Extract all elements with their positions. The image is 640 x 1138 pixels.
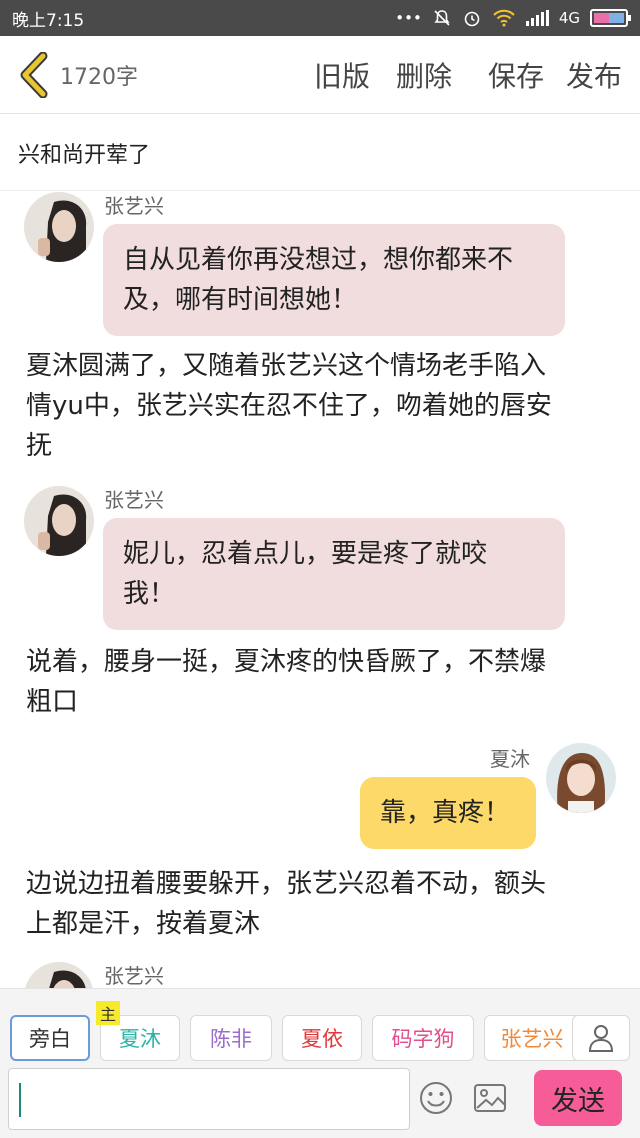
character-selector: 旁白 主 夏沐 陈非 夏依 码字狗 张艺兴 — [0, 988, 640, 1066]
character-label: 夏依 — [301, 1027, 343, 1051]
message-bubble: 自从见着你再没想过，想你都来不 及，哪有时间想她！ — [103, 224, 565, 336]
back-chevron-icon — [20, 51, 48, 98]
alarm-icon — [464, 11, 480, 27]
narration-text[interactable]: 说着，腰身一挺，夏沐疼的快昏厥了，不禁爆 粗口 — [26, 642, 616, 722]
avatar — [546, 743, 616, 813]
message-input[interactable] — [8, 1068, 410, 1130]
speaker-name: 夏沐 — [490, 747, 530, 771]
add-character-button[interactable] — [572, 1015, 630, 1061]
text-caret — [19, 1083, 21, 1117]
network-type: 4G — [558, 9, 580, 27]
avatar — [24, 962, 94, 988]
narration-line: 说着，腰身一挺，夏沐疼的快昏厥了，不禁爆 — [26, 647, 547, 677]
signal-icon — [525, 10, 549, 26]
speaker-name: 张艺兴 — [104, 488, 164, 512]
avatar — [24, 192, 94, 262]
emoji-icon[interactable] — [418, 1080, 454, 1116]
speaker-name: 张艺兴 — [104, 194, 164, 218]
message-line: 及，哪有时间想她！ — [123, 285, 358, 315]
chat-story-content[interactable]: 张艺兴 自从见着你再没想过，想你都来不 及，哪有时间想她！ 夏沐圆满了，又随着张… — [0, 192, 640, 988]
image-icon[interactable] — [472, 1080, 508, 1116]
send-button[interactable]: 发送 — [534, 1070, 622, 1126]
word-count: 1720字 — [60, 64, 138, 90]
message-line: 我！ — [123, 579, 176, 609]
character-chip[interactable]: 陈非 — [190, 1015, 272, 1061]
narration-line: 抚 — [26, 431, 53, 461]
character-label: 夏沐 — [119, 1027, 161, 1051]
message-line: 自从见着你再没想过，想你都来不 — [123, 245, 514, 275]
narration-line: 上都是汗，按着夏沐 — [26, 909, 261, 939]
character-label: 旁白 — [29, 1027, 71, 1051]
character-label: 码字狗 — [391, 1027, 455, 1051]
narration-text[interactable]: 夏沐圆满了，又随着张艺兴这个情场老手陷入 情yu中，张艺兴实在忍不住了，吻着她的… — [26, 346, 616, 466]
character-chip[interactable]: 张艺兴 — [484, 1015, 580, 1061]
publish-button[interactable]: 发布 — [566, 55, 622, 95]
old-version-button[interactable]: 旧版 — [314, 55, 370, 95]
avatar — [24, 486, 94, 556]
editor-toolbar: 1720字 旧版 删除 保存 发布 — [0, 36, 640, 114]
speaker-name: 张艺兴 — [104, 964, 164, 988]
status-bar: 晚上7:15 ••• 4G — [0, 0, 640, 36]
story-title[interactable]: 兴和尚开荤了 — [0, 115, 640, 191]
narration-line: 情yu中，张艺兴实在忍不住了，吻着她的唇安 — [26, 391, 552, 421]
character-chip[interactable]: 夏依 — [282, 1015, 362, 1061]
character-label: 张艺兴 — [500, 1027, 564, 1051]
message-line: 靠，真疼！ — [380, 798, 511, 828]
character-chip-narrator[interactable]: 旁白 — [10, 1015, 90, 1061]
silent-icon — [434, 10, 450, 26]
message-line: 妮儿，忍着点儿，要是疼了就咬 — [123, 539, 488, 569]
battery-icon — [590, 9, 631, 27]
composer-bar: 发送 — [0, 1066, 640, 1138]
narration-text[interactable]: 边说边扭着腰要躲开，张艺兴忍着不动，额头 上都是汗，按着夏沐 — [26, 864, 616, 944]
character-chip[interactable]: 码字狗 — [372, 1015, 474, 1061]
character-label: 陈非 — [210, 1027, 252, 1051]
delete-button[interactable]: 删除 — [396, 55, 452, 95]
more-dots-icon: ••• — [395, 9, 422, 27]
save-button[interactable]: 保存 — [488, 55, 544, 95]
narration-line: 夏沐圆满了，又随着张艺兴这个情场老手陷入 — [26, 351, 547, 381]
narration-line: 粗口 — [26, 687, 79, 717]
host-badge: 主 — [96, 1001, 120, 1025]
back-button[interactable] — [10, 36, 58, 114]
message-bubble: 靠，真疼！ — [360, 777, 536, 849]
message-bubble: 妮儿，忍着点儿，要是疼了就咬 我！ — [103, 518, 565, 630]
status-time: 晚上7:15 — [12, 10, 85, 31]
user-icon — [588, 1025, 614, 1052]
narration-line: 边说边扭着腰要躲开，张艺兴忍着不动，额头 — [26, 869, 547, 899]
wifi-icon — [493, 9, 515, 27]
